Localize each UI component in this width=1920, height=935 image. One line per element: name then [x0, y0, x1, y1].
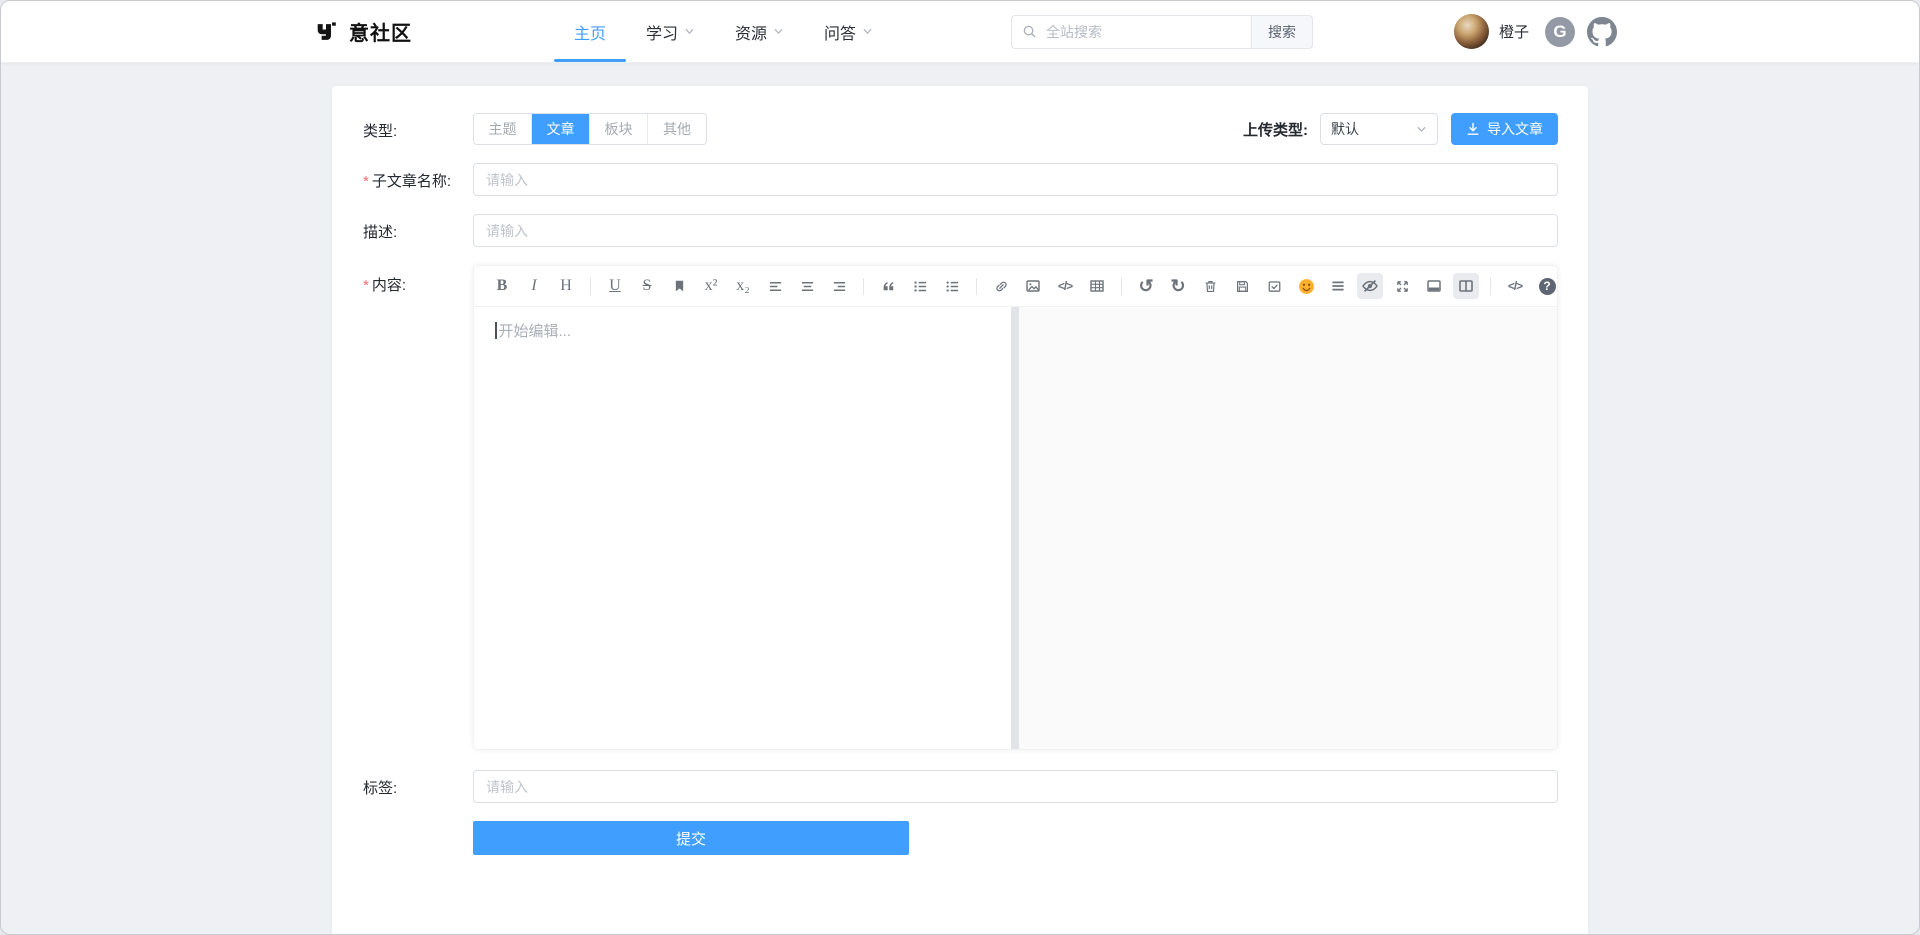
article-name-label: *子文章名称:: [363, 163, 473, 196]
italic-icon[interactable]: I: [521, 273, 547, 299]
unordered-list-icon[interactable]: [939, 273, 965, 299]
submit-button[interactable]: 提交: [473, 821, 909, 855]
toolbar-divider: [976, 278, 977, 295]
required-mark: *: [363, 173, 369, 190]
toolbar-divider: [1490, 278, 1491, 295]
text-caret: [495, 322, 497, 339]
username[interactable]: 橙子: [1499, 21, 1529, 42]
nav-item-resources[interactable]: 资源: [715, 1, 804, 62]
editor-preview-pane: [1019, 307, 1557, 749]
upload-group: 上传类型: 默认 导入文章: [1243, 113, 1558, 145]
brand-title: 意社区: [349, 17, 412, 46]
avatar[interactable]: [1454, 14, 1489, 49]
search-input[interactable]: [1011, 15, 1251, 49]
content-label: *内容:: [363, 267, 473, 750]
table-icon[interactable]: [1084, 273, 1110, 299]
save-icon[interactable]: [1229, 273, 1255, 299]
type-label: 类型:: [363, 113, 473, 145]
type-option-topic[interactable]: 主题: [474, 114, 532, 144]
editor-toolbar: B I H U S x² x₂: [474, 266, 1557, 307]
article-name-row: *子文章名称:: [363, 163, 1558, 196]
search-button[interactable]: 搜索: [1251, 15, 1313, 49]
editor-placeholder: 开始编辑...: [499, 323, 572, 340]
toolbar-divider: [1121, 278, 1122, 295]
upload-type-select[interactable]: 默认: [1320, 113, 1438, 145]
ordered-list-icon[interactable]: [907, 273, 933, 299]
redo-icon[interactable]: ↻: [1165, 273, 1191, 299]
type-option-board[interactable]: 板块: [590, 114, 648, 144]
post-form-card: 类型: 主题 文章 板块 其他 上传类型: 默认: [332, 86, 1588, 935]
heading-icon[interactable]: H: [553, 273, 579, 299]
link-icon[interactable]: [988, 273, 1014, 299]
editor-panes: 开始编辑...: [474, 307, 1557, 749]
type-segmented-control: 主题 文章 板块 其他: [473, 113, 707, 145]
task-list-icon[interactable]: [1261, 273, 1287, 299]
window-preview-icon[interactable]: [1421, 273, 1447, 299]
superscript-icon[interactable]: x²: [698, 273, 724, 299]
help-icon[interactable]: ?: [1534, 273, 1558, 299]
import-article-button[interactable]: 导入文章: [1451, 113, 1558, 145]
type-row: 类型: 主题 文章 板块 其他 上传类型: 默认: [363, 113, 1558, 145]
main-nav: 主页 学习 资源 问答: [554, 1, 893, 62]
bold-icon[interactable]: B: [489, 273, 515, 299]
image-icon[interactable]: [1020, 273, 1046, 299]
site-search: 搜索: [1011, 15, 1313, 49]
align-right-icon[interactable]: [826, 273, 852, 299]
chevron-down-icon: [773, 26, 784, 37]
description-input[interactable]: [473, 214, 1558, 247]
strikethrough-icon[interactable]: S: [634, 273, 660, 299]
toolbar-divider: [590, 278, 591, 295]
tags-input[interactable]: [473, 770, 1558, 803]
toc-icon[interactable]: [1325, 273, 1351, 299]
github-icon[interactable]: [1587, 17, 1617, 47]
subscript-icon[interactable]: x₂: [730, 273, 756, 299]
quote-icon[interactable]: [875, 273, 901, 299]
article-name-input[interactable]: [473, 163, 1558, 196]
type-option-other[interactable]: 其他: [648, 114, 706, 144]
pane-splitter[interactable]: [1011, 307, 1019, 749]
download-icon: [1466, 122, 1480, 136]
markdown-editor: B I H U S x² x₂: [473, 265, 1558, 750]
align-left-icon[interactable]: [762, 273, 788, 299]
nav-item-qa[interactable]: 问答: [804, 1, 893, 62]
chevron-down-icon: [1416, 124, 1427, 135]
gitee-icon[interactable]: G: [1545, 17, 1575, 47]
search-icon: [1022, 24, 1037, 39]
editor-input-pane[interactable]: 开始编辑...: [474, 307, 1011, 749]
tags-row: 标签:: [363, 770, 1558, 803]
preview-toggle-icon[interactable]: [1357, 273, 1383, 299]
submit-row: 提交: [363, 821, 1558, 855]
align-center-icon[interactable]: [794, 273, 820, 299]
split-view-icon[interactable]: [1453, 273, 1479, 299]
code-icon[interactable]: </>: [1052, 273, 1078, 299]
toolbar-right-group: </> ?: [1322, 273, 1558, 299]
trash-icon[interactable]: [1197, 273, 1223, 299]
nav-item-study[interactable]: 学习: [626, 1, 715, 62]
fullscreen-icon[interactable]: [1389, 273, 1415, 299]
brand[interactable]: 意社区: [314, 17, 412, 46]
brand-logo-icon: [314, 20, 338, 44]
user-area: 橙子 G: [1454, 14, 1617, 49]
toolbar-divider: [863, 278, 864, 295]
content-row: *内容: B I H U S x² x₂: [363, 265, 1558, 750]
chevron-down-icon: [684, 26, 695, 37]
type-option-article[interactable]: 文章: [532, 114, 590, 144]
nav-item-home[interactable]: 主页: [554, 1, 626, 62]
bookmark-icon[interactable]: [666, 273, 692, 299]
undo-icon[interactable]: ↺: [1133, 273, 1159, 299]
emoji-icon[interactable]: [1293, 273, 1319, 299]
upload-type-label: 上传类型:: [1243, 119, 1308, 140]
tags-label: 标签:: [363, 770, 473, 803]
underline-icon[interactable]: U: [602, 273, 628, 299]
chevron-down-icon: [862, 26, 873, 37]
required-mark: *: [363, 277, 369, 294]
site-header: 意社区 主页 学习 资源: [1, 1, 1919, 63]
source-code-icon[interactable]: </>: [1502, 273, 1528, 299]
description-label: 描述:: [363, 214, 473, 247]
app-window: 意社区 主页 学习 资源: [0, 0, 1920, 935]
description-row: 描述:: [363, 214, 1558, 247]
